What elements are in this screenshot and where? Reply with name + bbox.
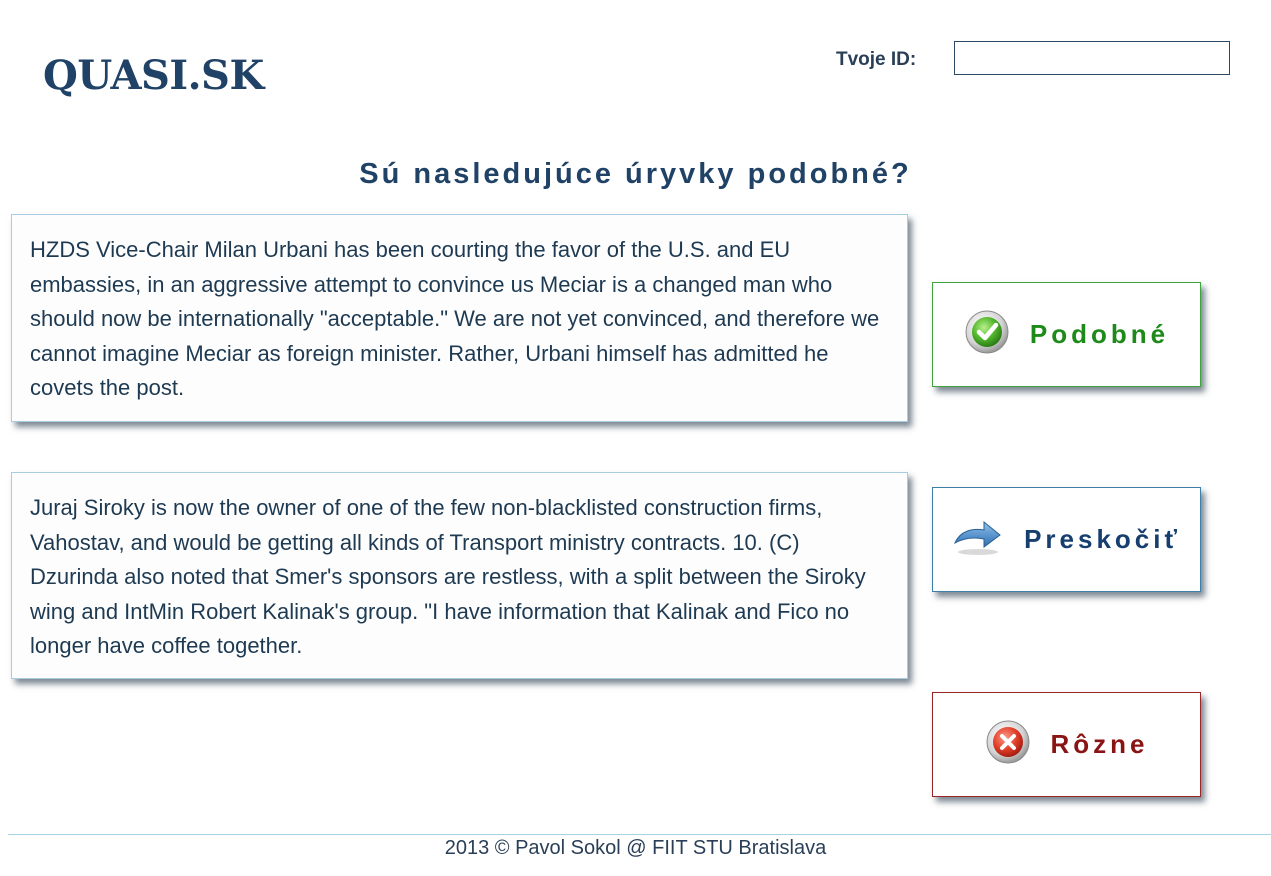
id-input[interactable] [954, 41, 1230, 75]
check-icon [964, 309, 1010, 360]
skip-button-label: Preskočiť [1024, 524, 1181, 554]
similar-button-label: Podobné [1029, 319, 1170, 349]
footer-divider [8, 834, 1271, 835]
different-button[interactable]: Rôzne [932, 692, 1201, 797]
x-circle-icon [985, 719, 1031, 770]
id-label: Tvoje ID: [836, 49, 917, 70]
different-button-label: Rôzne [1050, 729, 1149, 759]
excerpt-first: HZDS Vice-Chair Milan Urbani has been co… [11, 214, 908, 422]
skip-button[interactable]: Preskočiť [932, 487, 1201, 592]
excerpt-second: Juraj Siroky is now the owner of one of … [11, 472, 908, 679]
question-heading: Sú nasledujúce úryvky podobné? [359, 158, 912, 190]
site-logo[interactable]: QUASI.SK [43, 52, 264, 99]
footer-text: 2013 © Pavol Sokol @ FIIT STU Bratislava [444, 837, 827, 859]
similar-button[interactable]: Podobné [932, 282, 1201, 387]
arrow-right-icon [952, 517, 1004, 562]
